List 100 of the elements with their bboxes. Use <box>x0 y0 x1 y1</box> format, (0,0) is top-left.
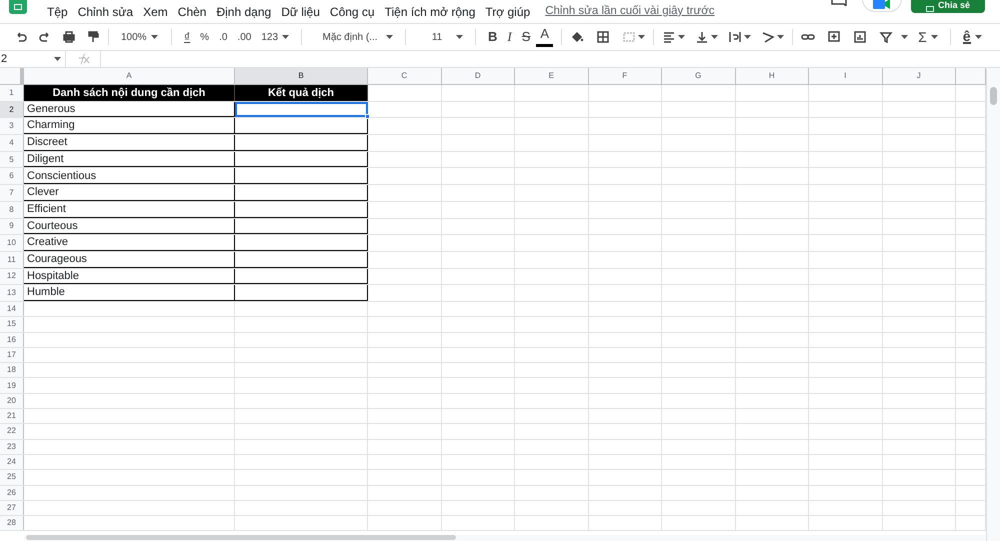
table-cell: Courteous <box>24 218 235 234</box>
caret-icon[interactable] <box>456 35 464 39</box>
row-header[interactable]: 1 <box>0 85 24 101</box>
caret-icon[interactable] <box>54 57 61 61</box>
row-header[interactable]: 2 <box>0 102 24 118</box>
caret-icon[interactable] <box>777 35 784 39</box>
caret-icon[interactable] <box>711 35 718 39</box>
merge-cells-icon[interactable] <box>622 30 636 44</box>
caret-icon[interactable] <box>744 35 752 39</box>
number-format-dropdown[interactable]: 123 <box>257 27 294 47</box>
strikethrough-button[interactable]: S <box>518 27 534 47</box>
caret-icon[interactable] <box>678 35 686 39</box>
caret-icon[interactable] <box>386 35 394 39</box>
chart-icon[interactable] <box>853 30 868 44</box>
row-header[interactable]: 5 <box>0 152 24 168</box>
zoom-dropdown[interactable]: 100% <box>117 27 163 47</box>
menu-item[interactable]: Định dạng <box>211 2 276 20</box>
menu-item[interactable]: Xem <box>138 2 173 20</box>
comment-icon[interactable] <box>831 0 847 6</box>
row-header[interactable]: 21 <box>0 409 24 424</box>
row-header[interactable]: 9 <box>0 218 24 234</box>
row-header[interactable]: 28 <box>0 516 24 530</box>
font-dropdown[interactable]: Mặc định (... <box>314 27 398 47</box>
vertical-scrollbar[interactable] <box>986 69 1000 541</box>
row-header[interactable]: 15 <box>0 317 24 332</box>
row-header[interactable]: 22 <box>0 424 24 439</box>
print-icon[interactable] <box>62 30 76 44</box>
share-button[interactable]: Chia sẻ <box>911 0 985 13</box>
paint-format-icon[interactable] <box>86 30 100 44</box>
text-wrap-icon[interactable] <box>728 30 742 44</box>
column-header[interactable]: B <box>235 68 368 84</box>
name-box[interactable]: 2 <box>0 51 66 67</box>
row-header[interactable]: 26 <box>0 486 24 500</box>
column-header[interactable]: D <box>442 68 515 84</box>
column-header[interactable]: J <box>882 68 956 84</box>
italic-button[interactable]: I <box>503 27 516 47</box>
row-header[interactable]: 19 <box>0 378 24 393</box>
row-header[interactable]: 27 <box>0 500 24 516</box>
functions-button[interactable]: Σ <box>914 27 942 47</box>
function-icon <box>76 53 90 65</box>
text-color-button[interactable]: A <box>536 27 554 47</box>
caret-icon[interactable] <box>901 35 908 39</box>
menu-item[interactable]: Tiện ích mở rộng <box>380 2 480 20</box>
row-header[interactable]: 4 <box>0 135 24 151</box>
menu-item[interactable]: Công cụ <box>324 2 380 20</box>
align-left-icon[interactable] <box>662 30 676 44</box>
column-header[interactable]: E <box>515 68 588 84</box>
caret-icon[interactable] <box>930 35 938 39</box>
row-header[interactable]: 24 <box>0 454 24 470</box>
row-header[interactable]: 8 <box>0 202 24 218</box>
sheets-logo-icon[interactable] <box>9 0 27 14</box>
menu-item[interactable]: Dữ liệu <box>276 2 325 20</box>
font-size-dropdown[interactable]: 11 <box>418 27 468 47</box>
table-cell: Discreet <box>24 135 235 151</box>
percent-format-button[interactable]: % <box>196 27 214 47</box>
row-header[interactable]: 10 <box>0 235 24 251</box>
increase-decimal-button[interactable]: .00 <box>233 27 256 47</box>
menu-item[interactable]: Chèn <box>172 2 212 20</box>
filter-icon[interactable] <box>879 30 894 44</box>
menu-item[interactable]: Chỉnh sửa <box>72 2 138 20</box>
header-cell: Kết quả dịch <box>235 85 368 101</box>
table-cell: Creative <box>24 235 235 251</box>
column-header[interactable]: G <box>662 68 736 84</box>
menu-item[interactable]: Tệp <box>42 2 73 20</box>
borders-icon[interactable] <box>596 30 610 44</box>
row-header[interactable]: 20 <box>0 394 24 408</box>
caret-icon[interactable] <box>638 35 646 39</box>
table-cell: Humble <box>24 285 235 301</box>
caret-icon[interactable] <box>282 35 290 39</box>
add-comment-icon[interactable] <box>827 30 842 44</box>
row-header[interactable]: 25 <box>0 470 24 484</box>
column-header[interactable]: C <box>368 68 442 84</box>
vertical-align-icon[interactable] <box>695 30 710 44</box>
horizontal-scrollbar[interactable] <box>24 535 986 541</box>
row-header[interactable]: 16 <box>0 332 24 347</box>
scrollbar-thumb[interactable] <box>990 87 997 105</box>
fill-handle[interactable] <box>365 114 370 120</box>
row-header[interactable]: 7 <box>0 185 24 201</box>
menu-item[interactable]: Trợ giúp <box>480 2 536 20</box>
column-header[interactable]: F <box>588 68 662 84</box>
decrease-decimal-button[interactable]: .0 <box>215 27 232 47</box>
row-header[interactable]: 13 <box>0 285 24 301</box>
input-tools-button[interactable]: ê <box>958 27 986 47</box>
caret-icon[interactable] <box>974 35 982 39</box>
row-header[interactable]: 14 <box>0 302 24 316</box>
column-header[interactable]: I <box>809 68 882 84</box>
column-header[interactable]: H <box>736 68 809 84</box>
row-header[interactable]: 3 <box>0 118 24 134</box>
fill-color-icon[interactable] <box>570 30 584 44</box>
last-edit-link[interactable]: Chỉnh sửa lần cuối vài giây trước <box>545 2 715 20</box>
caret-icon[interactable] <box>150 35 158 39</box>
row-header[interactable]: 11 <box>0 252 24 268</box>
row-header[interactable]: 12 <box>0 268 24 284</box>
row-header[interactable]: 18 <box>0 363 24 378</box>
currency-format-button[interactable]: ₫ <box>180 27 194 47</box>
bold-button[interactable]: B <box>484 27 502 47</box>
row-header[interactable]: 23 <box>0 440 24 454</box>
row-header[interactable]: 17 <box>0 348 24 362</box>
video-camera-icon <box>873 0 891 9</box>
row-header[interactable]: 6 <box>0 168 24 184</box>
